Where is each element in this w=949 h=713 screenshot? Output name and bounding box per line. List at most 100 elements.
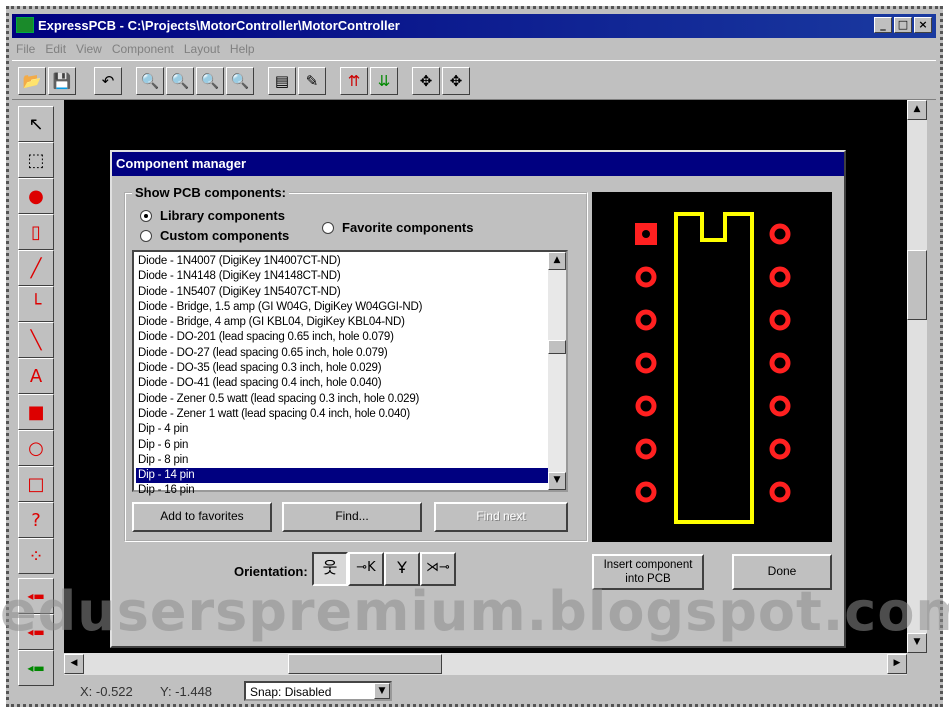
pin-pad <box>769 481 791 503</box>
list-item[interactable]: Diode - DO-35 (lead spacing 0.3 inch, ho… <box>136 361 548 376</box>
list-scrollbar[interactable]: ▲ ▼ <box>548 252 566 490</box>
snap-select[interactable]: Snap: Disabled ▼ <box>244 681 392 701</box>
chevron-down-icon[interactable]: ▼ <box>374 683 390 699</box>
scroll-down-icon[interactable]: ▼ <box>907 633 927 653</box>
list-item[interactable]: Dip - 16 pin <box>136 483 548 498</box>
list-item[interactable]: Diode - DO-201 (lead spacing 0.65 inch, … <box>136 330 548 345</box>
circle-icon[interactable]: ○ <box>18 430 54 466</box>
menu-help[interactable]: Help <box>230 42 255 56</box>
add-to-favorites-button[interactable]: Add to favorites <box>132 502 272 532</box>
list-item[interactable]: Diode - DO-41 (lead spacing 0.4 inch, ho… <box>136 376 548 391</box>
vertical-scrollbar[interactable]: ▲ ▼ <box>907 100 927 653</box>
list-item[interactable]: Diode - 1N4007 (DigiKey 1N4007CT-ND) <box>136 254 548 269</box>
horizontal-scrollbar[interactable]: ◀ ▶ <box>64 653 907 675</box>
list-item[interactable]: Diode - Bridge, 1.5 amp (GI W04G, DigiKe… <box>136 300 548 315</box>
list-item[interactable]: Dip - 4 pin <box>136 422 548 437</box>
pin-pad <box>769 395 791 417</box>
menu-component[interactable]: Component <box>112 42 174 56</box>
find-button[interactable]: Find... <box>282 502 422 532</box>
list-scroll-up-icon[interactable]: ▲ <box>548 252 566 270</box>
status-x: X: -0.522 <box>80 684 133 699</box>
layer-2-icon[interactable]: ◂▬ <box>18 614 54 650</box>
shape-icon[interactable]: ■ <box>18 394 54 430</box>
menu-file[interactable]: File <box>16 42 35 56</box>
radio-custom[interactable]: Custom components <box>140 228 289 243</box>
list-item[interactable]: Dip - 14 pin <box>136 468 548 484</box>
save-icon[interactable]: 💾 <box>48 67 76 95</box>
component-outline <box>674 212 754 524</box>
scroll-thumb[interactable] <box>907 250 927 320</box>
scroll-up-icon[interactable]: ▲ <box>907 100 927 120</box>
dip-footprint <box>635 212 791 524</box>
orient-up-icon[interactable]: 웃 <box>312 552 348 586</box>
list-item[interactable]: Dip - 6 pin <box>136 438 548 453</box>
radio-favorite[interactable]: Favorite components <box>322 220 473 235</box>
radio-favorite-dot[interactable] <box>322 221 334 234</box>
zoom-fit-icon[interactable]: 🔍 <box>196 67 224 95</box>
pin-pad <box>635 438 657 460</box>
layer-bottom-icon[interactable]: ⇊ <box>370 67 398 95</box>
menu-bar: File Edit View Component Layout Help <box>12 38 936 60</box>
minimize-button[interactable]: _ <box>874 17 892 33</box>
corner-icon[interactable]: └ <box>18 286 54 322</box>
open-icon[interactable]: 📂 <box>18 67 46 95</box>
maximize-button[interactable]: □ <box>894 17 912 33</box>
trace-icon[interactable]: ╱ <box>18 250 54 286</box>
netlist-icon[interactable]: ⁘ <box>18 538 54 574</box>
move-icon[interactable]: ✥ <box>412 67 440 95</box>
undo-icon[interactable]: ↶ <box>94 67 122 95</box>
pin-pad <box>635 266 657 288</box>
pin-pad <box>635 481 657 503</box>
list-item[interactable]: Diode - Zener 0.5 watt (lead spacing 0.3… <box>136 392 548 407</box>
zoom-icon[interactable]: 🔍 <box>226 67 254 95</box>
component-icon[interactable]: ▯ <box>18 214 54 250</box>
pin-pad <box>769 438 791 460</box>
pad-icon[interactable]: ● <box>18 178 54 214</box>
list-scroll-thumb[interactable] <box>548 340 566 354</box>
status-bar: X: -0.522 Y: -1.448 Snap: Disabled ▼ <box>12 678 936 704</box>
layer-top-icon[interactable]: ⇈ <box>340 67 368 95</box>
select-icon[interactable]: ↖ <box>18 106 54 142</box>
list-scroll-down-icon[interactable]: ▼ <box>548 472 566 490</box>
list-item[interactable]: Dip - 8 pin <box>136 453 548 468</box>
rectangle-icon[interactable]: □ <box>18 466 54 502</box>
zoom-out-icon[interactable]: 🔍 <box>166 67 194 95</box>
layer-1-icon[interactable]: ◂▬ <box>18 578 54 614</box>
component-list[interactable]: Diode - 1N4007 (DigiKey 1N4007CT-ND) Diod… <box>132 250 568 496</box>
zoom-in-icon[interactable]: 🔍 <box>136 67 164 95</box>
find-next-button[interactable]: Find next <box>434 502 568 532</box>
list-item[interactable]: Diode - 1N4148 (DigiKey 1N4148CT-ND) <box>136 269 548 284</box>
orientation-label: Orientation: <box>234 564 308 579</box>
insert-component-button[interactable]: Insert component into PCB <box>592 554 704 590</box>
hscroll-thumb[interactable] <box>288 654 442 674</box>
orient-right-icon[interactable]: ⋊⊸ <box>420 552 456 586</box>
component-icon[interactable]: ✎ <box>298 67 326 95</box>
list-item[interactable]: Diode - 1N5407 (DigiKey 1N5407CT-ND) <box>136 285 548 300</box>
pin-pad <box>635 395 657 417</box>
text-icon[interactable]: A <box>18 358 54 394</box>
radio-custom-dot[interactable] <box>140 229 152 242</box>
menu-layout[interactable]: Layout <box>184 42 220 56</box>
group-label: Show PCB components: <box>132 185 289 200</box>
properties-icon[interactable]: ▤ <box>268 67 296 95</box>
list-item[interactable]: Diode - DO-27 (lead spacing 0.65 inch, h… <box>136 346 548 361</box>
radio-library-dot[interactable] <box>140 209 152 222</box>
pad-hole <box>642 230 650 238</box>
move-all-icon[interactable]: ✥ <box>442 67 470 95</box>
list-item[interactable]: Diode - Zener 1 watt (lead spacing 0.4 i… <box>136 407 548 422</box>
radio-library[interactable]: Library components <box>140 208 285 223</box>
title-bar: ExpressPCB - C:\Projects\MotorController… <box>12 14 936 38</box>
scroll-right-icon[interactable]: ▶ <box>887 654 907 674</box>
close-button[interactable]: × <box>914 17 932 33</box>
done-button[interactable]: Done <box>732 554 832 590</box>
component-select-icon[interactable]: ⬚ <box>18 142 54 178</box>
menu-view[interactable]: View <box>76 42 102 56</box>
orient-down-icon[interactable]: Ұ <box>384 552 420 586</box>
line-icon[interactable]: ╲ <box>18 322 54 358</box>
status-y: Y: -1.448 <box>160 684 213 699</box>
orient-left-icon[interactable]: ⊸K <box>348 552 384 586</box>
menu-edit[interactable]: Edit <box>45 42 66 56</box>
scroll-left-icon[interactable]: ◀ <box>64 654 84 674</box>
query-icon[interactable]: ? <box>18 502 54 538</box>
list-item[interactable]: Diode - Bridge, 4 amp (GI KBL04, DigiKey… <box>136 315 548 330</box>
